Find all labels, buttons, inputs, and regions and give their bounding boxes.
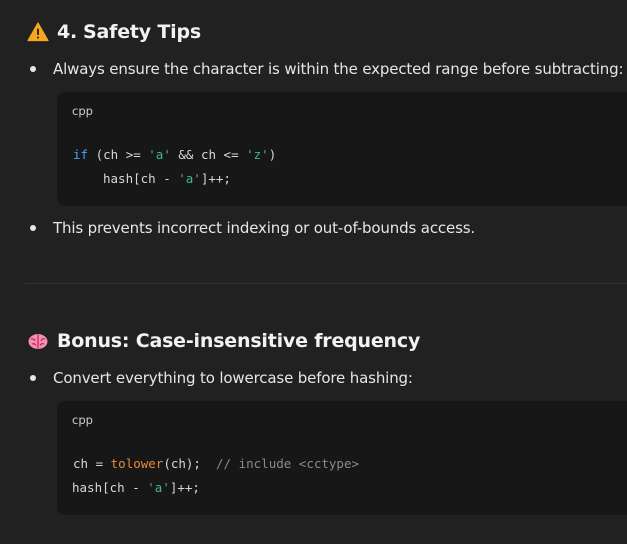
list-item: Convert everything to lowercase before h… — [30, 369, 413, 387]
section-title: Bonus: Case-insensitive frequency — [57, 330, 421, 352]
code-block[interactable]: cpp ch = tolower(ch); // include <cctype… — [57, 401, 627, 515]
code-line: ch = tolower(ch); // include <cctype> — [73, 456, 360, 471]
warning-icon — [27, 21, 49, 43]
bullet-dot — [30, 66, 36, 72]
bullet-dot — [30, 375, 36, 381]
code-block[interactable]: cpp if (ch >= 'a' && ch <= 'z') hash[ch … — [57, 92, 627, 206]
brain-icon — [27, 330, 49, 352]
chat-response: 4. Safety Tips Always ensure the charact… — [0, 0, 627, 544]
list-item-text: Always ensure the character is within th… — [53, 60, 624, 78]
list-item: This prevents incorrect indexing or out-… — [30, 219, 475, 237]
code-line: hash[ch - 'a']++; — [72, 480, 200, 495]
section-divider — [25, 283, 627, 284]
section-heading-safety-tips: 4. Safety Tips — [27, 21, 201, 43]
section-heading-bonus: Bonus: Case-insensitive frequency — [27, 330, 420, 352]
code-line: if (ch >= 'a' && ch <= 'z') — [73, 147, 277, 162]
bullet-dot — [30, 225, 36, 231]
code-language-label: cpp — [72, 413, 93, 427]
section-number: 4. — [57, 21, 78, 43]
section-title: Safety Tips — [83, 21, 201, 43]
list-item: Always ensure the character is within th… — [30, 60, 624, 78]
list-item-text: This prevents incorrect indexing or out-… — [53, 219, 476, 237]
code-language-label: cpp — [72, 104, 93, 118]
code-line: hash[ch - 'a']++; — [103, 171, 231, 186]
list-item-text: Convert everything to lowercase before h… — [53, 369, 413, 387]
